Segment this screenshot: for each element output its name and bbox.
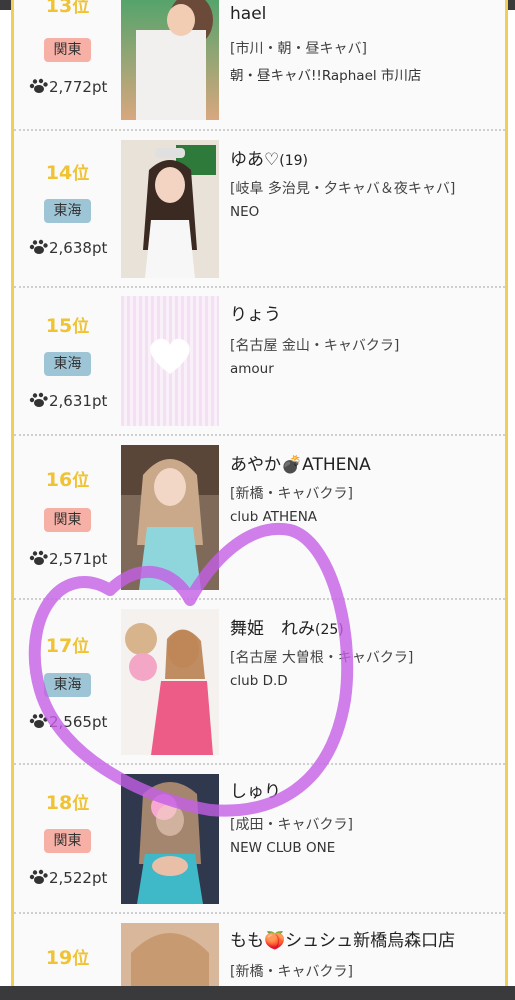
points: 2,631pt (28, 392, 107, 410)
paw-icon (29, 392, 48, 407)
cast-photo[interactable] (121, 140, 219, 278)
cast-name[interactable]: もも🍑シュシュ新橋烏森口店 (230, 926, 502, 951)
store-name[interactable]: 朝・昼キャバ!!Raphael 市川店 (230, 64, 502, 84)
area-label: [成田・キャバクラ] (230, 817, 353, 833)
area-label: [新橋・キャバクラ] (230, 964, 353, 980)
ranking-list: 13位 関東 2,772pt hael [市川・朝・昼キャバ] 朝・昼キャバ!!… (11, 0, 508, 986)
cast-info: 舞姫 れみ(25) [名古屋 大曽根・キャバクラ] club D.D (230, 614, 502, 689)
store-name[interactable]: club ATHENA (230, 509, 502, 525)
cast-info: もも🍑シュシュ新橋烏森口店 [新橋・キャバクラ] (230, 926, 502, 981)
cast-photo[interactable] (121, 774, 219, 904)
region-badge: 関東 (44, 38, 91, 62)
area-label: [名古屋 大曽根・キャバクラ] (230, 650, 414, 666)
cast-name[interactable]: ゆあ♡(19) (230, 145, 502, 170)
cast-photo[interactable] (121, 445, 219, 590)
paw-icon (29, 713, 48, 728)
cast-name[interactable]: hael (230, 4, 502, 24)
paw-icon (29, 239, 48, 254)
ranking-row[interactable]: 13位 関東 2,772pt hael [市川・朝・昼キャバ] 朝・昼キャバ!!… (14, 0, 505, 131)
rank-column: 13位 関東 2,772pt (14, 0, 121, 129)
rank-label: 16位 (45, 469, 90, 491)
area-label: [名古屋 金山・キャバクラ] (230, 338, 400, 354)
cast-photo[interactable] (121, 923, 219, 986)
area-label: [市川・朝・昼キャバ] (230, 41, 367, 57)
store-name[interactable]: amour (230, 361, 502, 377)
area-label: [岐阜 多治見・夕キャバ＆夜キャバ] (230, 181, 456, 197)
rank-column: 17位 東海 2,565pt (14, 600, 121, 763)
rank-label: 17位 (45, 635, 90, 657)
store-name[interactable]: NEW CLUB ONE (230, 840, 502, 856)
cast-name[interactable]: りょう (230, 300, 502, 325)
ranking-row[interactable]: 18位 関東 2,522pt しゅり [成田・キャバクラ] NEW CLUB O… (14, 765, 505, 914)
rank-column: 19位 (14, 914, 121, 986)
region-badge: 東海 (44, 673, 91, 697)
region-badge: 東海 (44, 352, 91, 376)
ranking-row[interactable]: 16位 関東 2,571pt あやか💣ATHENA [新橋・キャバクラ] clu… (14, 436, 505, 600)
cast-name[interactable]: しゅり (230, 777, 502, 802)
placeholder-photo[interactable] (121, 296, 219, 426)
points: 2,571pt (28, 550, 107, 568)
ranking-row[interactable]: 17位 東海 2,565pt 舞姫 れみ(25) [名古屋 大曽根・キャバクラ]… (14, 600, 505, 765)
cast-info: りょう [名古屋 金山・キャバクラ] amour (230, 300, 502, 377)
rank-column: 18位 関東 2,522pt (14, 765, 121, 912)
store-name[interactable]: NEO (230, 204, 502, 220)
ranking-row[interactable]: 15位 東海 2,631pt りょう [名古屋 金山・キャバクラ] amour (14, 288, 505, 436)
cast-info: しゅり [成田・キャバクラ] NEW CLUB ONE (230, 777, 502, 856)
rank-label: 19位 (45, 947, 90, 969)
cast-info: ゆあ♡(19) [岐阜 多治見・夕キャバ＆夜キャバ] NEO (230, 145, 502, 220)
points: 2,638pt (28, 239, 107, 257)
rank-column: 15位 東海 2,631pt (14, 288, 121, 434)
ranking-row[interactable]: 14位 東海 2,638pt ゆあ♡(19) [岐阜 多治見・夕キャバ＆夜キャバ… (14, 131, 505, 288)
points: 2,565pt (28, 713, 107, 731)
cast-info: hael [市川・朝・昼キャバ] 朝・昼キャバ!!Raphael 市川店 (230, 4, 502, 84)
region-badge: 東海 (44, 199, 91, 223)
rank-label: 18位 (45, 792, 90, 814)
paw-icon (29, 550, 48, 565)
cast-info: あやか💣ATHENA [新橋・キャバクラ] club ATHENA (230, 450, 502, 525)
cast-name[interactable]: 舞姫 れみ(25) (230, 614, 502, 639)
paw-icon (29, 78, 48, 93)
rank-label: 14位 (45, 162, 90, 184)
region-badge: 関東 (44, 829, 91, 853)
rank-label: 15位 (45, 315, 90, 337)
rank-column: 16位 関東 2,571pt (14, 436, 121, 598)
store-name[interactable]: club D.D (230, 673, 502, 689)
paw-icon (29, 869, 48, 884)
area-label: [新橋・キャバクラ] (230, 486, 353, 502)
cast-photo[interactable] (121, 609, 219, 755)
ranking-row[interactable]: 19位 もも🍑シュシュ新橋烏森口店 [新橋・キャバクラ] (14, 914, 505, 986)
rank-label: 13位 (45, 0, 90, 17)
points: 2,522pt (28, 869, 107, 887)
cast-photo[interactable] (121, 0, 219, 120)
points: 2,772pt (28, 78, 107, 96)
bottom-bar (0, 986, 515, 1000)
rank-column: 14位 東海 2,638pt (14, 131, 121, 286)
cast-name[interactable]: あやか💣ATHENA (230, 450, 502, 475)
region-badge: 関東 (44, 508, 91, 532)
